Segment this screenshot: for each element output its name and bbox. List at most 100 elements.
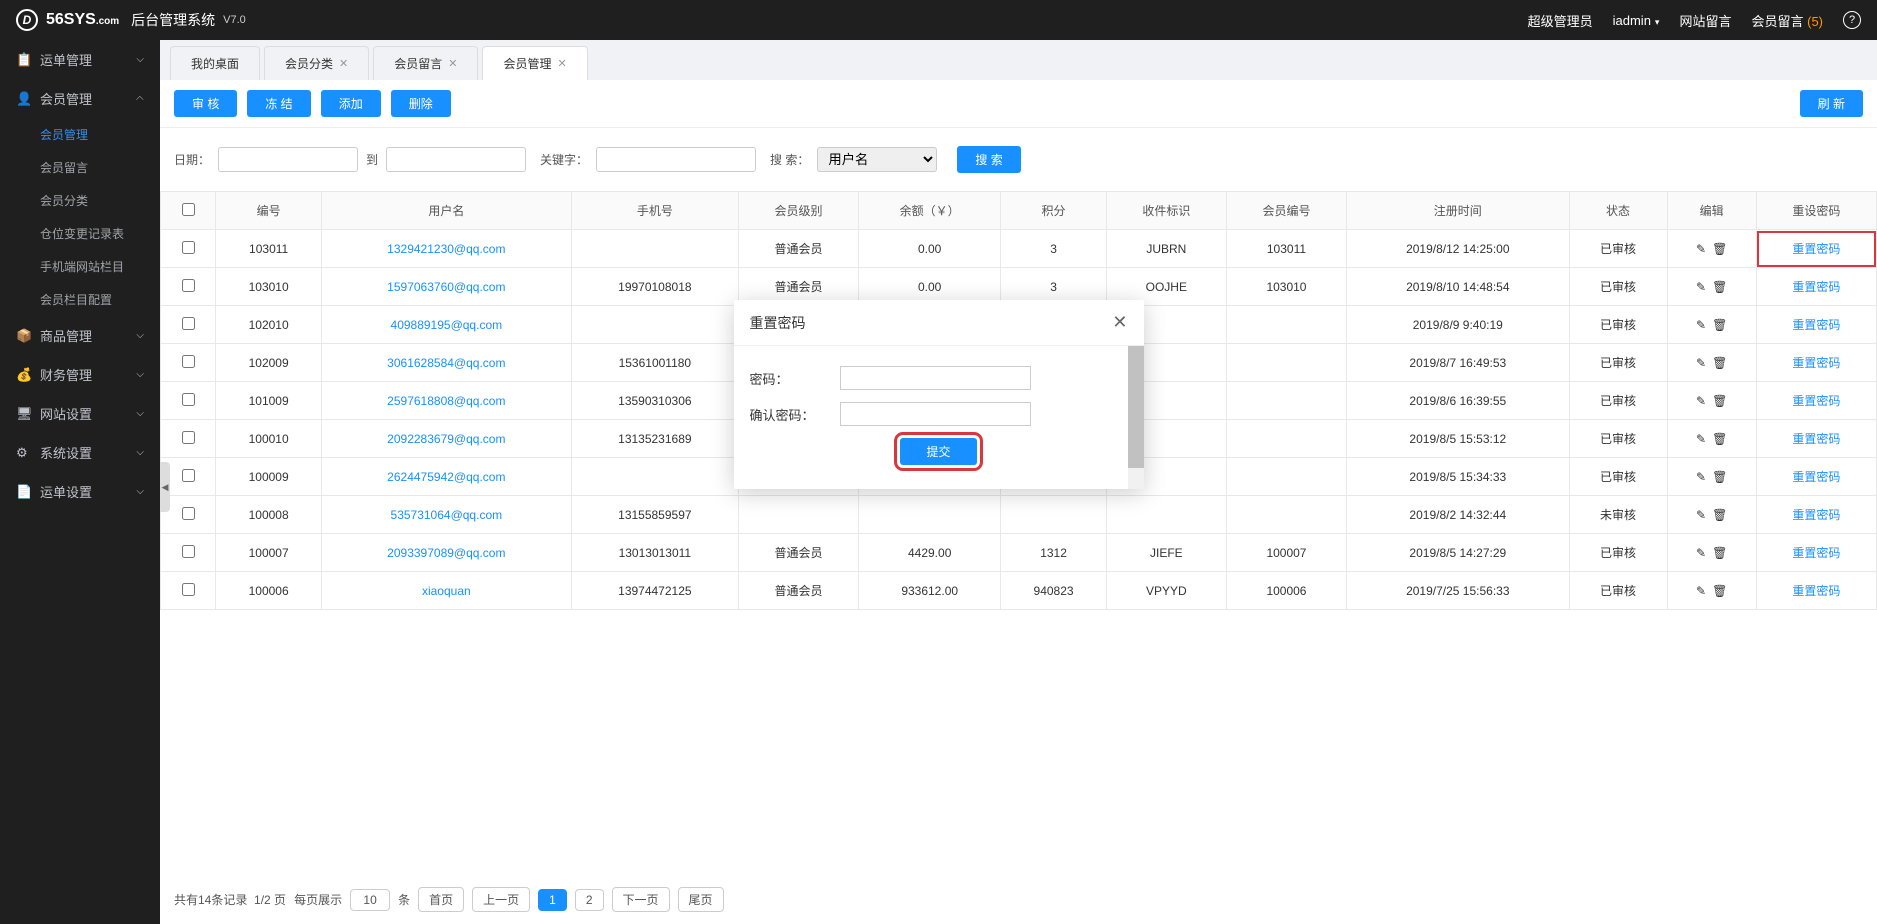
- delete-icon[interactable]: 🗑: [1712, 242, 1727, 256]
- select-all-checkbox[interactable]: [182, 203, 195, 216]
- edit-icon[interactable]: ✎: [1696, 242, 1706, 256]
- tab[interactable]: 会员管理✕: [482, 46, 587, 80]
- keyword-input[interactable]: [596, 147, 756, 172]
- row-checkbox[interactable]: [182, 317, 195, 330]
- page-last[interactable]: 尾页: [678, 887, 724, 912]
- member-message-link[interactable]: 会员留言 (5): [1751, 11, 1823, 30]
- edit-icon[interactable]: ✎: [1696, 318, 1706, 332]
- username-link[interactable]: 2624475942@qq.com: [387, 470, 505, 484]
- sidebar-item[interactable]: 💰财务管理⌵: [0, 355, 160, 394]
- search-button[interactable]: 搜 索: [957, 146, 1020, 173]
- row-checkbox[interactable]: [182, 545, 195, 558]
- row-checkbox[interactable]: [182, 393, 195, 406]
- reset-password-link[interactable]: 重置密码: [1792, 546, 1840, 560]
- username-link[interactable]: 3061628584@qq.com: [387, 356, 505, 370]
- freeze-button[interactable]: 冻 结: [247, 90, 310, 117]
- edit-icon[interactable]: ✎: [1696, 432, 1706, 446]
- username-link[interactable]: 2093397089@qq.com: [387, 546, 505, 560]
- site-message-link[interactable]: 网站留言: [1679, 11, 1731, 30]
- edit-icon[interactable]: ✎: [1696, 470, 1706, 484]
- reset-password-link[interactable]: 重置密码: [1792, 470, 1840, 484]
- per-page-input[interactable]: 10: [350, 889, 390, 911]
- row-checkbox[interactable]: [182, 431, 195, 444]
- row-checkbox[interactable]: [182, 469, 195, 482]
- delete-icon[interactable]: 🗑: [1712, 394, 1727, 408]
- delete-icon[interactable]: 🗑: [1712, 546, 1727, 560]
- row-checkbox[interactable]: [182, 241, 195, 254]
- row-checkbox[interactable]: [182, 583, 195, 596]
- modal-scrollbar[interactable]: [1128, 346, 1144, 489]
- submit-button[interactable]: 提交: [900, 438, 976, 465]
- sidebar-item[interactable]: ⚙系统设置⌵: [0, 433, 160, 472]
- sidebar-item[interactable]: 🖥网站设置⌵: [0, 394, 160, 433]
- page-prev[interactable]: 上一页: [472, 887, 530, 912]
- tab[interactable]: 我的桌面: [170, 46, 260, 80]
- delete-icon[interactable]: 🗑: [1712, 318, 1727, 332]
- close-icon[interactable]: ✕: [339, 57, 348, 70]
- delete-icon[interactable]: 🗑: [1712, 508, 1727, 522]
- reset-password-link[interactable]: 重置密码: [1792, 394, 1840, 408]
- edit-icon[interactable]: ✎: [1696, 356, 1706, 370]
- sidebar-item[interactable]: 📄运单设置⌵: [0, 472, 160, 511]
- reset-password-link[interactable]: 重置密码: [1792, 508, 1840, 522]
- username-link[interactable]: 1329421230@qq.com: [387, 242, 505, 256]
- username-link[interactable]: 1597063760@qq.com: [387, 280, 505, 294]
- date-from-input[interactable]: [218, 147, 358, 172]
- page-1[interactable]: 1: [538, 889, 567, 911]
- row-checkbox[interactable]: [182, 507, 195, 520]
- reset-password-link[interactable]: 重置密码: [1792, 584, 1840, 598]
- cell-regtime: 2019/8/5 14:27:29: [1347, 534, 1570, 572]
- delete-icon[interactable]: 🗑: [1712, 470, 1727, 484]
- row-checkbox[interactable]: [182, 355, 195, 368]
- close-icon[interactable]: ✕: [558, 57, 567, 70]
- close-icon[interactable]: ✕: [448, 57, 457, 70]
- tab[interactable]: 会员留言✕: [373, 46, 478, 80]
- password-input[interactable]: [840, 366, 1031, 390]
- audit-button[interactable]: 审 核: [174, 90, 237, 117]
- refresh-button[interactable]: 刷 新: [1800, 90, 1863, 117]
- search-field-select[interactable]: 用户名: [817, 147, 937, 172]
- edit-icon[interactable]: ✎: [1696, 508, 1706, 522]
- username-link[interactable]: 2092283679@qq.com: [387, 432, 505, 446]
- delete-icon[interactable]: 🗑: [1712, 432, 1727, 446]
- delete-button[interactable]: 删除: [391, 90, 451, 117]
- sidebar-item[interactable]: 📋运单管理⌵: [0, 40, 160, 79]
- menu-icon: 👤: [16, 91, 32, 107]
- delete-icon[interactable]: 🗑: [1712, 584, 1727, 598]
- sidebar-sub-item[interactable]: 会员留言: [0, 151, 160, 184]
- delete-icon[interactable]: 🗑: [1712, 280, 1727, 294]
- username-link[interactable]: 2597618808@qq.com: [387, 394, 505, 408]
- sidebar-item[interactable]: 📦商品管理⌵: [0, 316, 160, 355]
- help-icon[interactable]: ?: [1843, 11, 1861, 29]
- close-icon[interactable]: ✕: [1112, 312, 1127, 333]
- edit-icon[interactable]: ✎: [1696, 394, 1706, 408]
- user-dropdown[interactable]: iadmin▾: [1613, 13, 1660, 28]
- page-2[interactable]: 2: [575, 889, 604, 911]
- sidebar-sub-item[interactable]: 仓位变更记录表: [0, 217, 160, 250]
- username-link[interactable]: 409889195@qq.com: [391, 318, 503, 332]
- sidebar-sub-item[interactable]: 会员栏目配置: [0, 283, 160, 316]
- reset-password-link[interactable]: 重置密码: [1792, 242, 1840, 256]
- row-checkbox[interactable]: [182, 279, 195, 292]
- confirm-password-input[interactable]: [840, 402, 1031, 426]
- page-first[interactable]: 首页: [418, 887, 464, 912]
- reset-password-link[interactable]: 重置密码: [1792, 318, 1840, 332]
- reset-password-link[interactable]: 重置密码: [1792, 280, 1840, 294]
- sidebar-item[interactable]: 👤会员管理⌵: [0, 79, 160, 118]
- page-next[interactable]: 下一页: [612, 887, 670, 912]
- sidebar-collapse-handle[interactable]: ◀: [160, 462, 170, 512]
- username-link[interactable]: 535731064@qq.com: [391, 508, 503, 522]
- sidebar-sub-item[interactable]: 手机端网站栏目: [0, 250, 160, 283]
- sidebar-sub-item[interactable]: 会员管理: [0, 118, 160, 151]
- edit-icon[interactable]: ✎: [1696, 280, 1706, 294]
- sidebar-sub-item[interactable]: 会员分类: [0, 184, 160, 217]
- date-to-input[interactable]: [386, 147, 526, 172]
- delete-icon[interactable]: 🗑: [1712, 356, 1727, 370]
- add-button[interactable]: 添加: [321, 90, 381, 117]
- username-link[interactable]: xiaoquan: [422, 584, 471, 598]
- tab[interactable]: 会员分类✕: [264, 46, 369, 80]
- reset-password-link[interactable]: 重置密码: [1792, 432, 1840, 446]
- edit-icon[interactable]: ✎: [1696, 546, 1706, 560]
- reset-password-link[interactable]: 重置密码: [1792, 356, 1840, 370]
- edit-icon[interactable]: ✎: [1696, 584, 1706, 598]
